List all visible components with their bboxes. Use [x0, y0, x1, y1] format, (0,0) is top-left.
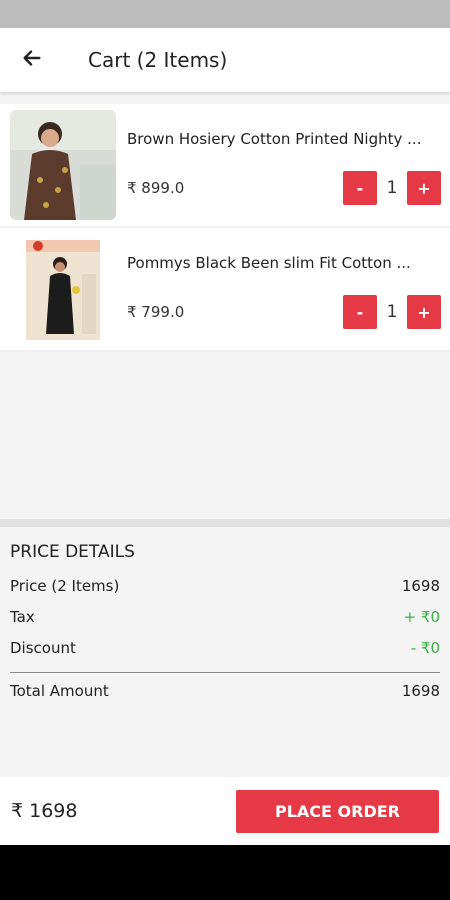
- product-price: ₹ 899.0: [127, 179, 185, 197]
- app-bar: Cart (2 Items): [0, 28, 450, 92]
- tax-value: + ₹0: [403, 608, 440, 626]
- section-divider: [0, 519, 450, 527]
- quantity-value: 1: [386, 178, 398, 198]
- page-title: Cart (2 Items): [88, 48, 228, 72]
- price-details-section: PRICE DETAILS Price (2 Items) 1698 Tax +…: [0, 527, 450, 777]
- status-bar: [0, 0, 450, 28]
- increase-quantity-button[interactable]: +: [407, 171, 441, 205]
- increase-quantity-button[interactable]: +: [407, 295, 441, 329]
- tax-label: Tax: [10, 608, 35, 626]
- tax-row: Tax + ₹0: [10, 608, 440, 626]
- decrease-quantity-button[interactable]: -: [343, 295, 377, 329]
- order-total: ₹ 1698: [11, 800, 78, 822]
- product-title[interactable]: Brown Hosiery Cotton Printed Nighty ...: [127, 130, 437, 148]
- discount-value: - ₹0: [410, 639, 440, 657]
- product-title[interactable]: Pommys Black Been slim Fit Cotton ...: [127, 254, 437, 272]
- price-row: Price (2 Items) 1698: [10, 577, 440, 595]
- quantity-value: 1: [386, 302, 398, 322]
- cart-item: Brown Hosiery Cotton Printed Nighty ... …: [0, 104, 450, 228]
- product-image[interactable]: [10, 234, 116, 344]
- discount-label: Discount: [10, 639, 76, 657]
- total-value: 1698: [401, 682, 440, 700]
- cart-item: Pommys Black Been slim Fit Cotton ... ₹ …: [0, 228, 450, 352]
- price-details-title: PRICE DETAILS: [10, 542, 135, 562]
- system-nav-bar: [0, 845, 450, 900]
- arrow-left-icon: [21, 47, 43, 73]
- product-price: ₹ 799.0: [127, 303, 185, 321]
- quantity-stepper: - 1 +: [343, 295, 441, 329]
- back-button[interactable]: [0, 28, 64, 92]
- checkout-bar: ₹ 1698 PLACE ORDER: [0, 777, 450, 845]
- price-value: 1698: [401, 577, 440, 595]
- decrease-quantity-button[interactable]: -: [343, 171, 377, 205]
- discount-row: Discount - ₹0: [10, 639, 440, 657]
- place-order-button[interactable]: PLACE ORDER: [236, 789, 439, 833]
- quantity-stepper: - 1 +: [343, 171, 441, 205]
- cart-list: Brown Hosiery Cotton Printed Nighty ... …: [0, 104, 450, 352]
- price-label: Price (2 Items): [10, 577, 120, 595]
- divider: [10, 672, 440, 673]
- total-label: Total Amount: [10, 682, 109, 700]
- total-row: Total Amount 1698: [10, 682, 440, 700]
- product-image[interactable]: [10, 110, 116, 220]
